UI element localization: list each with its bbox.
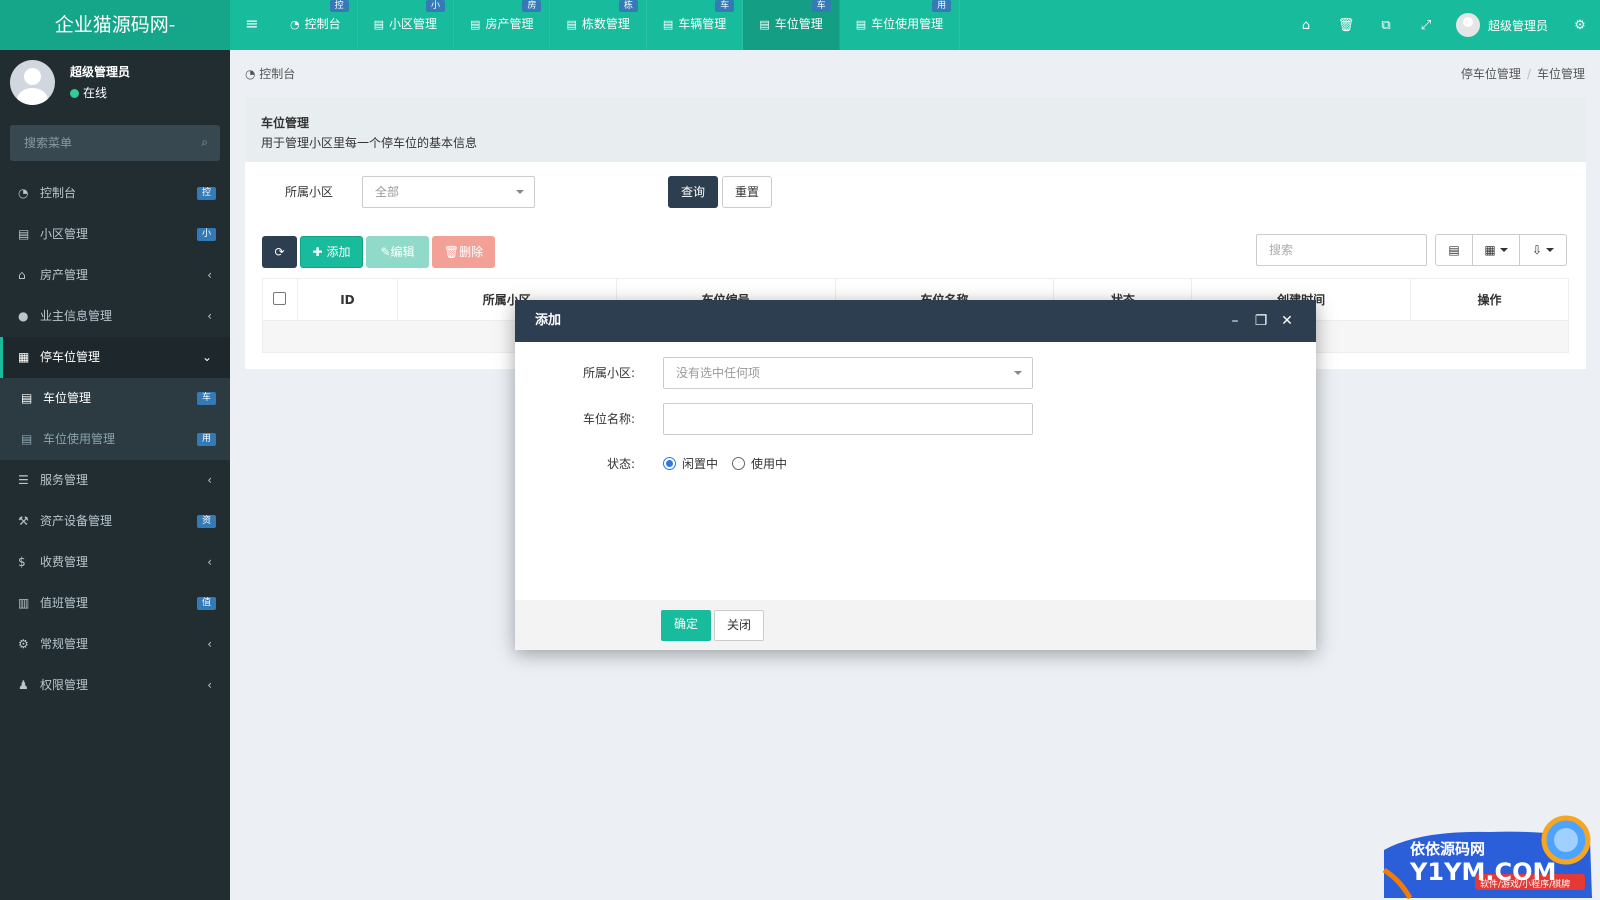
status-label: 状态: (606, 457, 635, 471)
add-dialog: 添加 – ❐ ✕ 所属小区: 没有选中任何项 车位名称: 状态: 闲置中 使用中… (515, 300, 1316, 650)
close-icon[interactable]: ✕ (1274, 300, 1300, 342)
confirm-button[interactable]: 确定 (661, 610, 711, 641)
caret-down-icon (1014, 371, 1022, 375)
community-select-placeholder: 没有选中任何项 (676, 366, 761, 380)
dialog-footer: 确定 关闭 (515, 600, 1316, 650)
watermark-graphic: 依依源码网 Y1YM.COM 软件/游戏/小程序/棋牌 (1382, 815, 1592, 900)
space-name-input[interactable] (663, 403, 1033, 435)
watermark-line3: 软件/游戏/小程序/棋牌 (1480, 878, 1570, 890)
space-name-label: 车位名称: (582, 412, 635, 426)
status-inuse-label[interactable]: 使用中 (751, 455, 787, 472)
minimize-icon[interactable]: – (1222, 300, 1248, 342)
maximize-icon[interactable]: ❐ (1248, 300, 1274, 342)
community-field-label: 所属小区: (582, 366, 635, 380)
dialog-controls: – ❐ ✕ (1222, 300, 1300, 342)
status-inuse-radio[interactable] (732, 457, 746, 470)
close-button[interactable]: 关闭 (714, 610, 764, 641)
watermark-logo: 依依源码网 Y1YM.COM 软件/游戏/小程序/棋牌 (1380, 810, 1600, 900)
status-idle-label[interactable]: 闲置中 (682, 455, 718, 472)
dialog-title: 添加 (535, 313, 562, 328)
watermark-line1: 依依源码网 (1410, 840, 1485, 858)
dialog-header[interactable]: 添加 – ❐ ✕ (515, 300, 1316, 342)
status-radio-group: 闲置中 使用中 (663, 455, 801, 472)
community-select[interactable]: 没有选中任何项 (663, 357, 1033, 389)
modal-overlay: 添加 – ❐ ✕ 所属小区: 没有选中任何项 车位名称: 状态: 闲置中 使用中… (0, 0, 1600, 900)
status-idle-radio[interactable] (663, 457, 676, 470)
